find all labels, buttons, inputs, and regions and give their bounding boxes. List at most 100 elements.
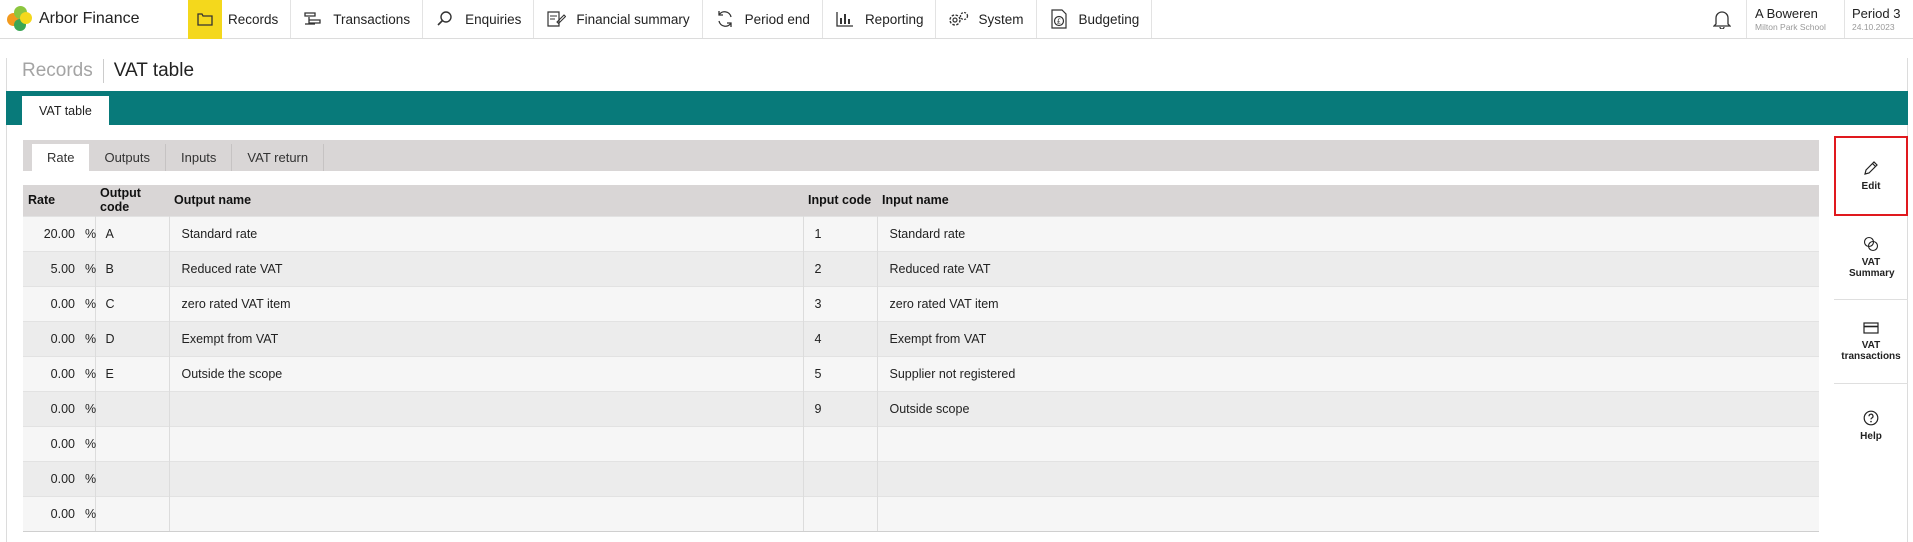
rate-cell: 0.00 xyxy=(23,460,79,496)
table-row[interactable]: 0.00% xyxy=(23,460,1819,496)
output-code-cell: C xyxy=(95,285,170,321)
nav-label: Period end xyxy=(744,11,810,27)
output-name-cell xyxy=(169,495,804,531)
output-name-cell xyxy=(169,460,804,496)
period-end-icon xyxy=(713,7,737,31)
percent-symbol: % xyxy=(79,285,96,321)
nav-budgeting[interactable]: £ Budgeting xyxy=(1037,0,1153,38)
records-icon xyxy=(188,0,222,39)
rate-cell: 0.00 xyxy=(23,390,79,426)
nav-transactions[interactable]: Transactions xyxy=(291,0,424,38)
input-name-cell xyxy=(877,425,1819,461)
input-code-cell xyxy=(803,495,878,531)
table-row[interactable]: 20.00% A Standard rate 1 Standard rate xyxy=(23,215,1819,251)
nav-period-end[interactable]: Period end xyxy=(703,0,823,38)
tab-rate[interactable]: Rate xyxy=(32,144,90,171)
table-row[interactable]: 0.00% xyxy=(23,495,1819,531)
notifications-button[interactable] xyxy=(1697,0,1747,38)
sub-tabs: Rate Outputs Inputs VAT return xyxy=(23,140,1819,171)
vat-summary-label: VAT Summary xyxy=(1849,257,1895,279)
transactions-icon xyxy=(301,7,325,31)
nav-enquiries[interactable]: Enquiries xyxy=(423,0,535,38)
column-header-rate[interactable]: Rate xyxy=(23,185,95,216)
percent-symbol: % xyxy=(79,250,96,286)
nav-reporting[interactable]: Reporting xyxy=(823,0,937,38)
breadcrumb-records[interactable]: Records xyxy=(6,59,104,83)
input-name-cell xyxy=(877,495,1819,531)
input-code-cell xyxy=(803,425,878,461)
help-button[interactable]: Help xyxy=(1834,384,1908,468)
rate-cell: 0.00 xyxy=(23,355,79,391)
column-header-input-code[interactable]: Input code xyxy=(803,185,877,216)
nav-label: Reporting xyxy=(864,11,924,27)
app-name: Arbor Finance xyxy=(39,10,140,27)
column-header-output-name[interactable]: Output name xyxy=(169,185,803,216)
arbor-logo-icon xyxy=(7,6,33,32)
tab-vat-return[interactable]: VAT return xyxy=(232,144,325,171)
output-name-cell: Exempt from VAT xyxy=(169,320,804,356)
edit-button[interactable]: Edit xyxy=(1834,136,1908,216)
pencil-icon xyxy=(1864,161,1878,175)
brand[interactable]: Arbor Finance xyxy=(0,0,188,38)
period-selector[interactable]: Period 3 24.10.2023 xyxy=(1845,0,1913,38)
breadcrumb: Records VAT table xyxy=(6,51,194,91)
input-code-cell: 5 xyxy=(803,355,878,391)
period-date: 24.10.2023 xyxy=(1852,22,1895,32)
output-code-cell: E xyxy=(95,355,170,391)
rate-cell: 0.00 xyxy=(23,425,79,461)
input-code-cell xyxy=(803,460,878,496)
bell-icon xyxy=(1712,11,1731,29)
output-name-cell: zero rated VAT item xyxy=(169,285,804,321)
input-name-cell: Supplier not registered xyxy=(877,355,1819,391)
edit-label: Edit xyxy=(1861,181,1881,192)
input-name-cell xyxy=(877,460,1819,496)
tab-vat-table[interactable]: VAT table xyxy=(22,96,109,125)
percent-symbol: % xyxy=(79,320,96,356)
input-code-cell: 2 xyxy=(803,250,878,286)
nav-label: Budgeting xyxy=(1078,11,1140,27)
budgeting-icon: £ xyxy=(1047,7,1071,31)
rate-cell: 0.00 xyxy=(23,320,79,356)
input-name-cell: Exempt from VAT xyxy=(877,320,1819,356)
nav-system[interactable]: System xyxy=(936,0,1037,38)
vat-rate-table: Rate Output code Output name Input code … xyxy=(23,185,1819,531)
vat-transactions-label: VAT transactions xyxy=(1841,340,1901,362)
table-row[interactable]: 0.00% Czero rated VAT item 3 zero rated VAT… xyxy=(23,285,1819,321)
input-name-cell: Reduced rate VAT xyxy=(877,250,1819,286)
percent-symbol: % xyxy=(79,495,96,531)
tab-inputs[interactable]: Inputs xyxy=(166,144,233,171)
output-code-cell: A xyxy=(95,215,170,251)
tab-outputs[interactable]: Outputs xyxy=(89,144,166,171)
table-row[interactable]: 0.00% 9 Outside scope xyxy=(23,390,1819,426)
column-header-input-name[interactable]: Input name xyxy=(877,185,1819,216)
percent-symbol: % xyxy=(79,215,96,251)
output-name-cell: Outside the scope xyxy=(169,355,804,391)
input-name-cell: Outside scope xyxy=(877,390,1819,426)
reporting-icon xyxy=(833,7,857,31)
table-row[interactable]: 0.00% E Outside the scope 5 Supplier not reg… xyxy=(23,355,1819,391)
financial-summary-icon xyxy=(544,7,568,31)
nav-financial-summary[interactable]: Financial summary xyxy=(534,0,703,38)
nav-records[interactable]: Records xyxy=(188,0,292,39)
percent-symbol: % xyxy=(79,460,96,496)
column-header-output-code[interactable]: Output code xyxy=(95,185,169,216)
output-code-cell: B xyxy=(95,250,170,286)
output-code-cell xyxy=(95,390,170,426)
vat-transactions-button[interactable]: VAT transactions xyxy=(1834,300,1908,384)
main-nav: Records Transactions Enquiries Financial… xyxy=(188,0,1153,39)
svg-text:£: £ xyxy=(1056,18,1060,26)
output-code-cell: D xyxy=(95,320,170,356)
table-header-row: Rate Output code Output name Input code … xyxy=(23,185,1819,216)
user-menu[interactable]: A Boweren Milton Park School xyxy=(1747,0,1845,38)
rate-cell: 0.00 xyxy=(23,495,79,531)
vat-summary-button[interactable]: VAT Summary xyxy=(1834,216,1908,300)
nav-label: Transactions xyxy=(333,11,411,27)
table-row[interactable]: 5.00% B Reduced rate VAT 2 Reduced rate VAT xyxy=(23,250,1819,286)
period-label: Period 3 xyxy=(1852,6,1901,21)
nav-label: Enquiries xyxy=(465,11,522,27)
table-row[interactable]: 0.00% xyxy=(23,425,1819,461)
card-icon xyxy=(1863,322,1879,334)
table-row[interactable]: 0.00% D Exempt from VAT 4 Exempt from VAT xyxy=(23,320,1819,356)
nav-label: System xyxy=(978,11,1024,27)
output-name-cell xyxy=(169,425,804,461)
